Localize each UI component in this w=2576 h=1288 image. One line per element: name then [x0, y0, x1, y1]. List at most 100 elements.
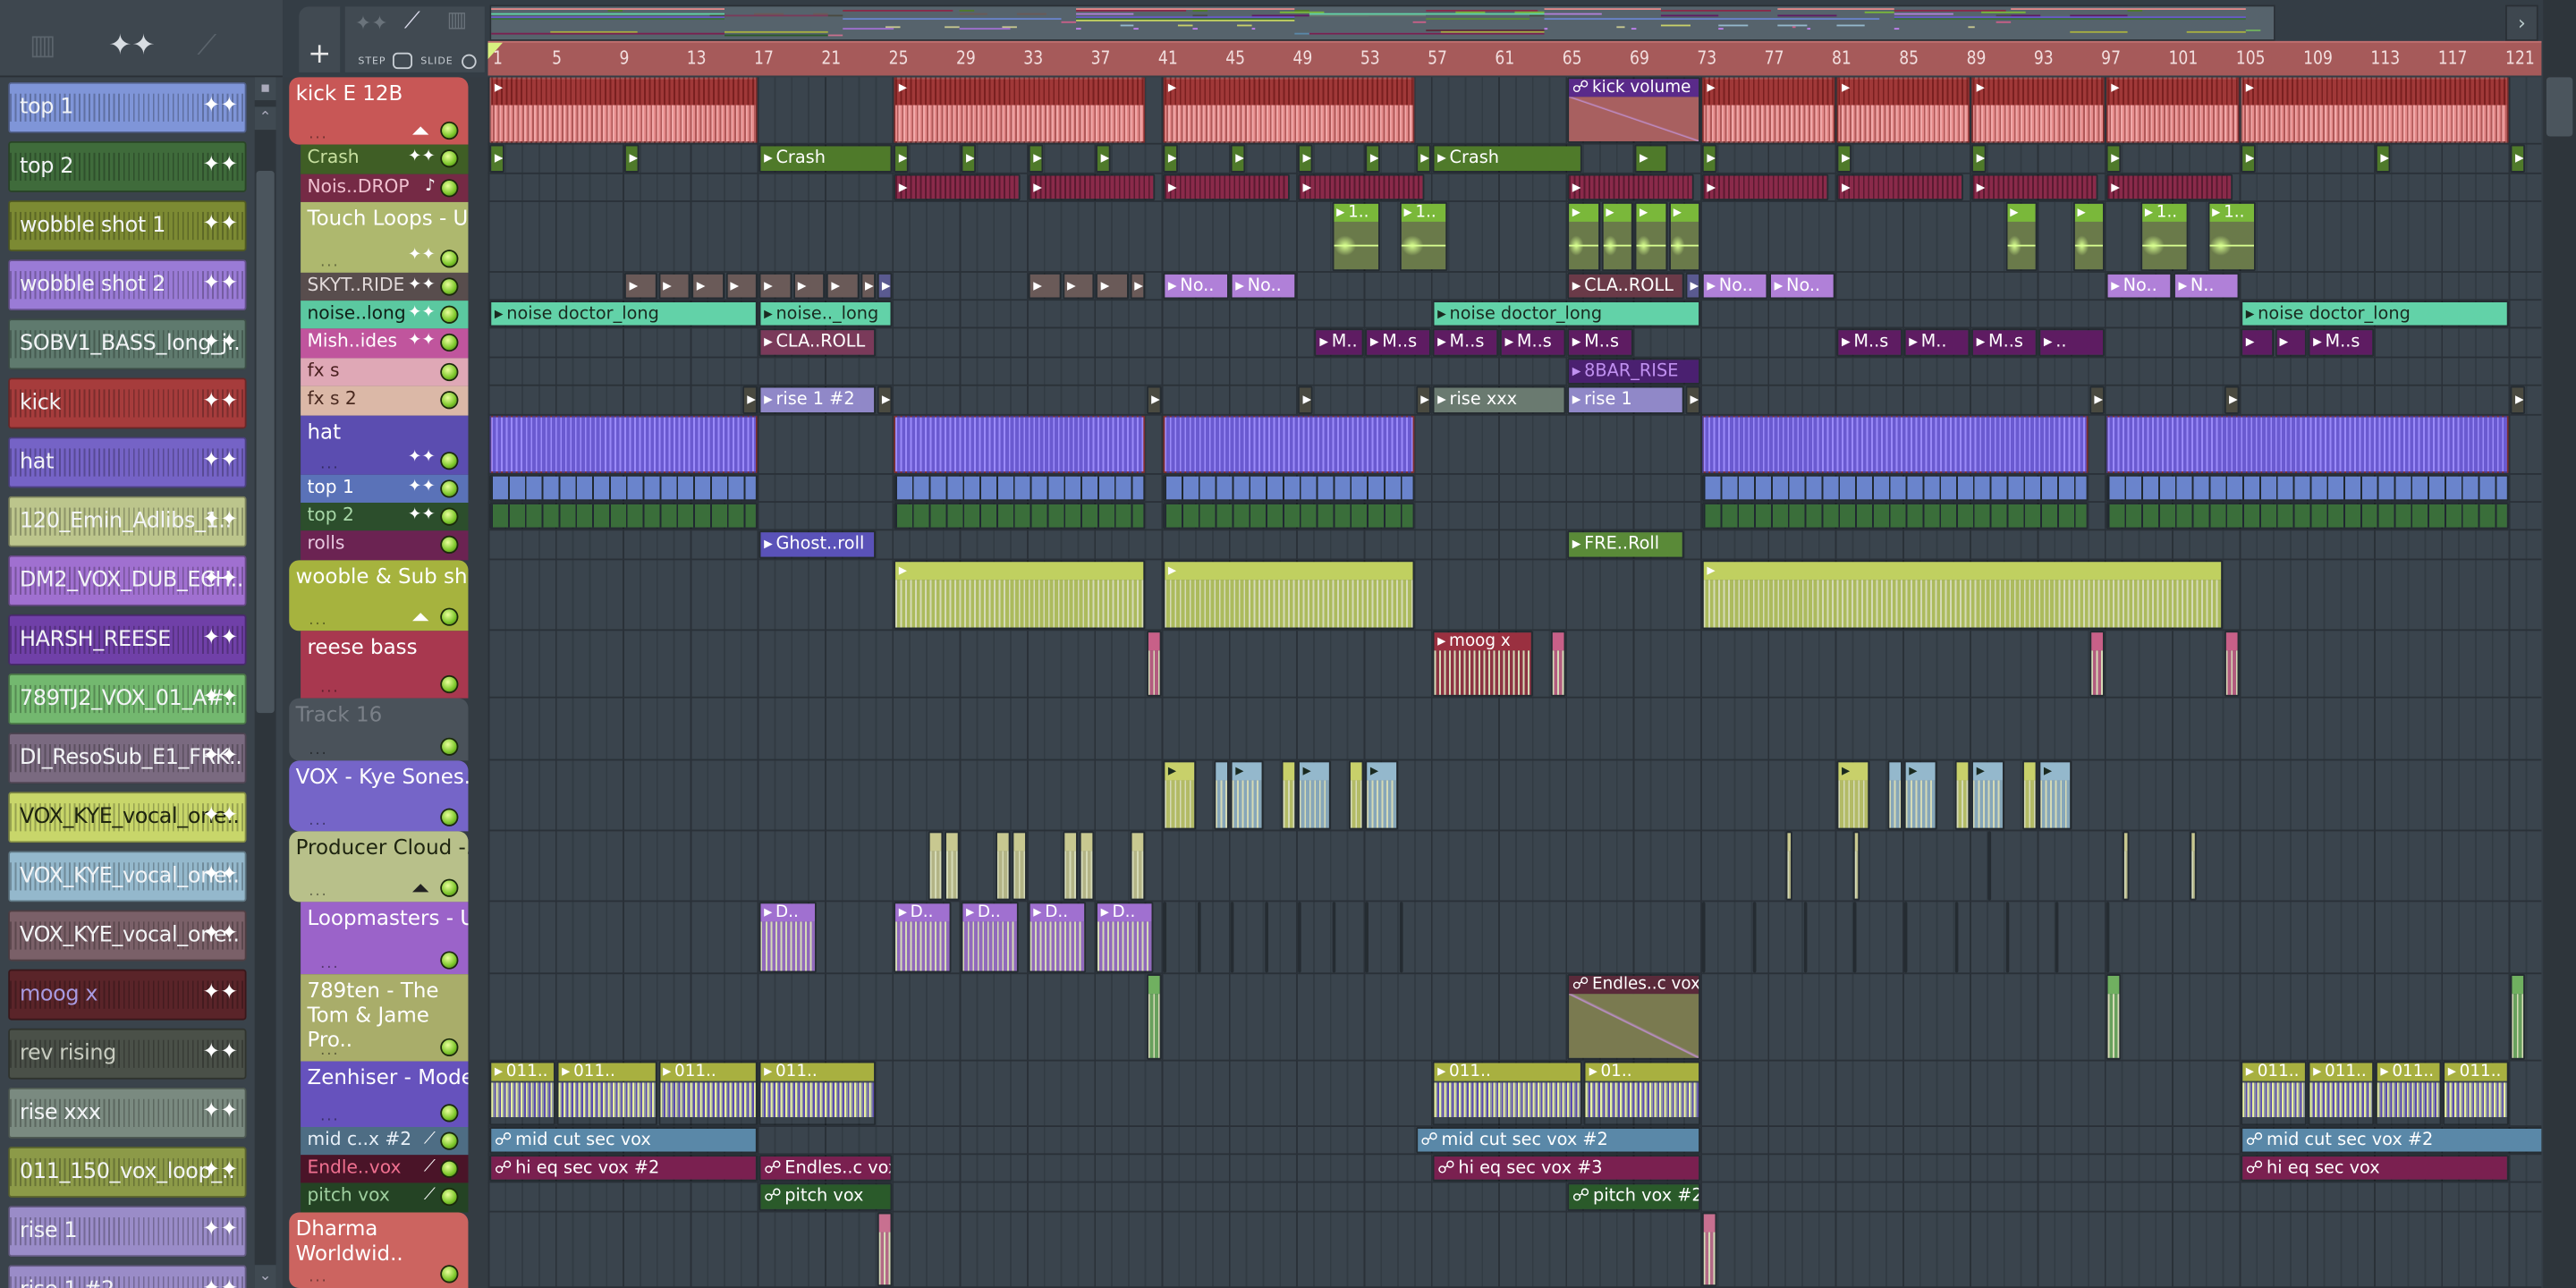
- playlist-clip[interactable]: ▸ M..s: [1432, 328, 1499, 357]
- playlist-clip[interactable]: ▸: [1230, 144, 1246, 173]
- playlist-clip[interactable]: ▸: [2241, 328, 2274, 357]
- scroll-right-button[interactable]: ›: [2505, 4, 2538, 41]
- track-options-dots[interactable]: ...: [320, 956, 339, 972]
- track-header[interactable]: top 1 ✦✦: [301, 474, 469, 504]
- playlist-clip[interactable]: ▸ M..: [1903, 328, 1970, 357]
- playlist-clip[interactable]: ▸ D..: [894, 902, 952, 973]
- playlist-clip[interactable]: ▸: [1146, 631, 1162, 697]
- playlist-clip[interactable]: ▸: [2038, 760, 2072, 830]
- playlist-clip[interactable]: ▸: [1129, 831, 1145, 901]
- playlist-clip[interactable]: ▸: [1230, 760, 1263, 830]
- browser-item[interactable]: wobble shot 2 ✦✦: [8, 259, 247, 311]
- playlist-clip[interactable]: ▸: [2106, 415, 2509, 473]
- playlist-clip[interactable]: [1752, 902, 1757, 973]
- playlist-clip[interactable]: ▸: [1281, 760, 1297, 830]
- playlist-clip[interactable]: [2190, 831, 2198, 901]
- playlist-clip[interactable]: ▸: [1163, 560, 1414, 630]
- playlist-clip[interactable]: [1853, 831, 1860, 901]
- playlist-clip[interactable]: ▸: [489, 77, 758, 143]
- browser-item[interactable]: 120_Emin_Adlibs_1.. ✦✦: [8, 496, 247, 547]
- playlist-clip[interactable]: [894, 474, 1145, 502]
- playlist-clip[interactable]: ▸: [2004, 201, 2038, 272]
- playlist-clip[interactable]: ▸: [1062, 272, 1095, 300]
- track-mute-led[interactable]: [442, 1039, 457, 1055]
- browser-item[interactable]: SOBV1_BASS_long_j.. ✦✦: [8, 318, 247, 370]
- add-track-button[interactable]: +: [299, 6, 341, 72]
- playlist-clip[interactable]: ▸: [1163, 174, 1290, 201]
- track-name[interactable]: wooble & Sub sho..: [296, 564, 469, 589]
- track-mute-led[interactable]: [442, 251, 457, 267]
- playlist-clip[interactable]: ▸: [1129, 272, 1145, 300]
- playlist-clip[interactable]: ▸: [489, 144, 505, 173]
- track-name[interactable]: Nois..DROP: [307, 176, 409, 198]
- track-mute-led[interactable]: [442, 739, 457, 755]
- playlist-clip[interactable]: ▸: [927, 831, 943, 901]
- track-header[interactable]: rolls: [301, 530, 469, 561]
- track-header[interactable]: Nois..DROP ♪: [301, 174, 469, 202]
- playlist-clip[interactable]: ▸ No..: [1769, 272, 1835, 300]
- playlist-clip[interactable]: ▸: [1836, 77, 1970, 143]
- playlist-clip[interactable]: ▸ D..: [961, 902, 1019, 973]
- playlist-clip[interactable]: ▸: [1163, 415, 1414, 473]
- scroll-stop-button[interactable]: ▪: [254, 77, 276, 101]
- playlist-clip[interactable]: ▸: [1011, 831, 1027, 901]
- track-header[interactable]: Producer Cloud -.....: [289, 831, 469, 902]
- playlist-clip[interactable]: ▸: [1146, 386, 1162, 414]
- playlist-clip[interactable]: ▸ 011..: [2375, 1061, 2442, 1126]
- playlist-clip[interactable]: ▸: [2089, 386, 2105, 414]
- track-name[interactable]: noise..long: [307, 302, 405, 324]
- playlist-clip[interactable]: ▸ 1..: [1331, 201, 1381, 272]
- browser-scrollbar[interactable]: ▪ ⌃ ⌄: [254, 77, 276, 1288]
- track-name[interactable]: rolls: [307, 532, 344, 554]
- playlist-clip[interactable]: ▸: [2106, 144, 2122, 173]
- track-name[interactable]: fx s 2: [307, 387, 356, 409]
- playlist-clip[interactable]: ▸: [1971, 760, 2004, 830]
- playlist-clip[interactable]: ▸: [1701, 415, 2089, 473]
- track-header[interactable]: SKYT..RIDE ✦✦: [301, 272, 469, 301]
- track-header[interactable]: Dharma Worldwid.....: [289, 1212, 469, 1288]
- playlist-clip[interactable]: ▸ moog x: [1432, 631, 1532, 697]
- playlist-clip[interactable]: ▸: [2224, 631, 2240, 697]
- playlist-clip[interactable]: ▸: [877, 386, 893, 414]
- playlist-clip[interactable]: ▸: [1567, 174, 1694, 201]
- track-name[interactable]: hat: [307, 419, 341, 444]
- playlist-clip[interactable]: ▸ CLA..ROLL: [1567, 272, 1684, 300]
- track-mute-led[interactable]: [442, 1106, 457, 1121]
- playlist-clip[interactable]: ▸: [894, 560, 1145, 630]
- playlist-clip[interactable]: ▸ Crash: [1432, 144, 1583, 173]
- browser-item[interactable]: DM2_VOX_DUB_ECH.. ✦✦: [8, 555, 247, 606]
- playlist-clip[interactable]: ▸ N..: [2173, 272, 2240, 300]
- playlist-clip[interactable]: ▸: [1298, 144, 1314, 173]
- playlist-clip[interactable]: [1987, 831, 1992, 901]
- browser-item[interactable]: VOX_KYE_vocal_one.. ✦✦: [8, 910, 247, 962]
- playlist-clip[interactable]: ▸ M..s: [1499, 328, 1566, 357]
- playlist-clip[interactable]: [1163, 474, 1414, 502]
- playlist-clip[interactable]: [1365, 902, 1369, 973]
- playlist-clip[interactable]: [2106, 474, 2509, 502]
- playlist-clip[interactable]: ▸: [1298, 174, 1425, 201]
- track-header[interactable]: reese bass...: [301, 631, 469, 699]
- track-row[interactable]: [487, 831, 2542, 902]
- playlist-clip[interactable]: ▸ noise doctor_long: [489, 301, 758, 327]
- playlist-clip[interactable]: ▸ noise doctor_long: [1432, 301, 1701, 327]
- playlist-clip[interactable]: ▸: [1079, 831, 1095, 901]
- playlist-clip[interactable]: ▸ 011..: [758, 1061, 876, 1126]
- playlist-clip[interactable]: ▸: [1213, 760, 1229, 830]
- track-header[interactable]: noise..long ✦✦: [301, 301, 469, 329]
- playlist-clip[interactable]: [2106, 902, 2110, 973]
- playlist-clip[interactable]: ▸: [1163, 760, 1196, 830]
- playlist-clip[interactable]: [1701, 902, 1706, 973]
- playlist-clip[interactable]: ▸: [1971, 174, 2098, 201]
- playlist-clip[interactable]: ▸: [792, 272, 826, 300]
- playlist-clip[interactable]: ▸ 1..: [2207, 201, 2257, 272]
- playlist-clip[interactable]: ▸ 1..: [1398, 201, 1448, 272]
- playlist-clip[interactable]: ▸: [489, 415, 758, 473]
- playlist-clip[interactable]: [1298, 902, 1301, 973]
- automation-icon[interactable]: ⟋: [197, 30, 216, 63]
- playlist-clip[interactable]: ☍ kick volume: [1567, 77, 1701, 143]
- track-options-dots[interactable]: ...: [309, 884, 327, 900]
- track-name[interactable]: Loopmasters - U..: [307, 905, 468, 930]
- playlist-clip[interactable]: ▸: [1298, 760, 1330, 830]
- playlist-clip[interactable]: ▸: [1550, 631, 1566, 697]
- track-header[interactable]: Track 16...: [289, 698, 469, 761]
